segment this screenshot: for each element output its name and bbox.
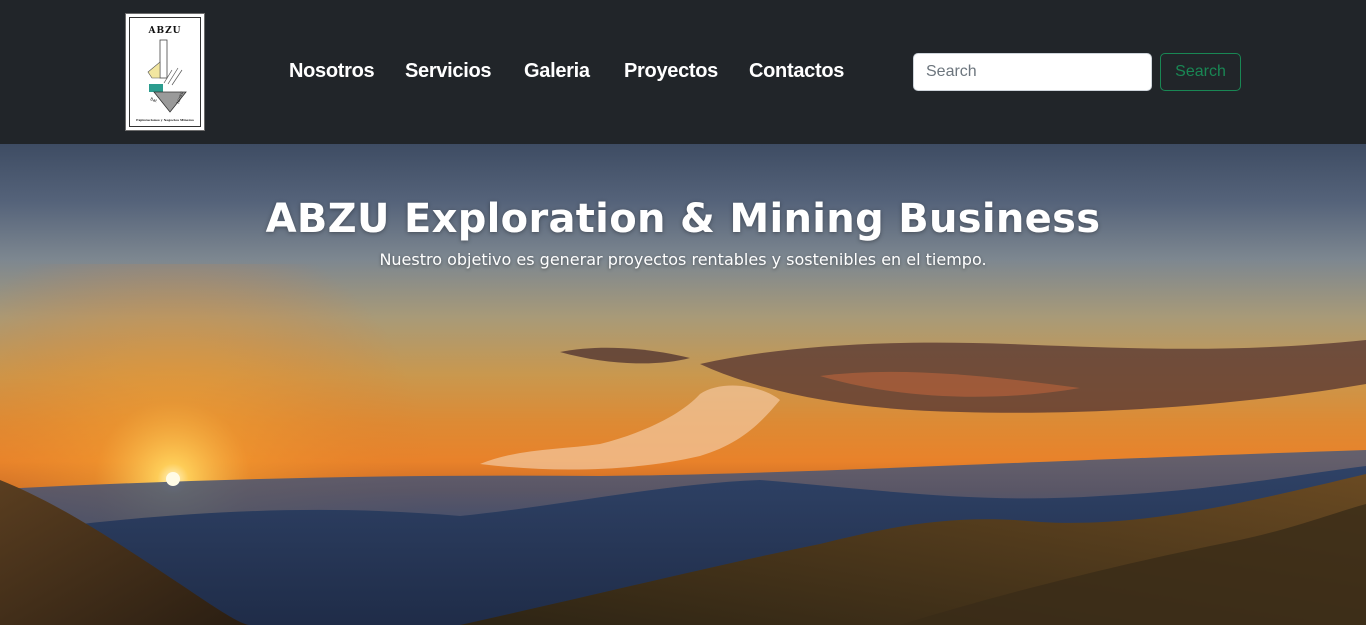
- nav-link-galeria[interactable]: Galeria: [524, 60, 590, 83]
- sun-graphic: [166, 472, 180, 486]
- nav-link-servicios[interactable]: Servicios: [405, 60, 492, 83]
- logo-title: ABZU: [148, 26, 182, 36]
- nav-link-nosotros[interactable]: Nosotros: [289, 60, 375, 83]
- abzu-logo-icon: ABZU Bat Nimkü Exploraciones y Negocios …: [129, 17, 201, 127]
- nav-link-contactos[interactable]: Contactos: [749, 60, 844, 83]
- search-button[interactable]: Search: [1160, 53, 1241, 91]
- nav-link-proyectos[interactable]: Proyectos: [624, 60, 718, 83]
- logo-drill-graphic: Bat Nimkü: [147, 39, 187, 113]
- svg-text:Bat: Bat: [150, 96, 158, 103]
- hero-subtitle: Nuestro objetivo es generar proyectos re…: [379, 250, 987, 269]
- navbar: ABZU Bat Nimkü Exploraciones y Negocios …: [0, 0, 1366, 144]
- search-input[interactable]: [913, 53, 1152, 91]
- brand-logo[interactable]: ABZU Bat Nimkü Exploraciones y Negocios …: [125, 13, 205, 131]
- hero-banner: ABZU Exploration & Mining Business Nuest…: [0, 144, 1366, 625]
- logo-caption: Exploraciones y Negocios Mineros: [136, 118, 194, 122]
- hero-title: ABZU Exploration & Mining Business: [265, 196, 1101, 242]
